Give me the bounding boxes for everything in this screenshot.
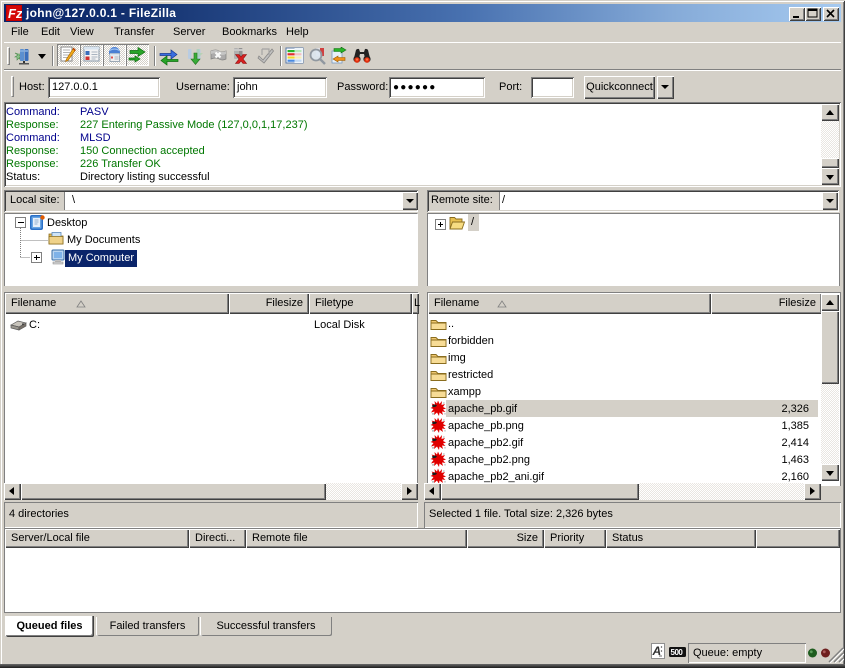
svg-text:500: 500 <box>671 648 684 657</box>
svg-text:Fz: Fz <box>8 6 22 21</box>
